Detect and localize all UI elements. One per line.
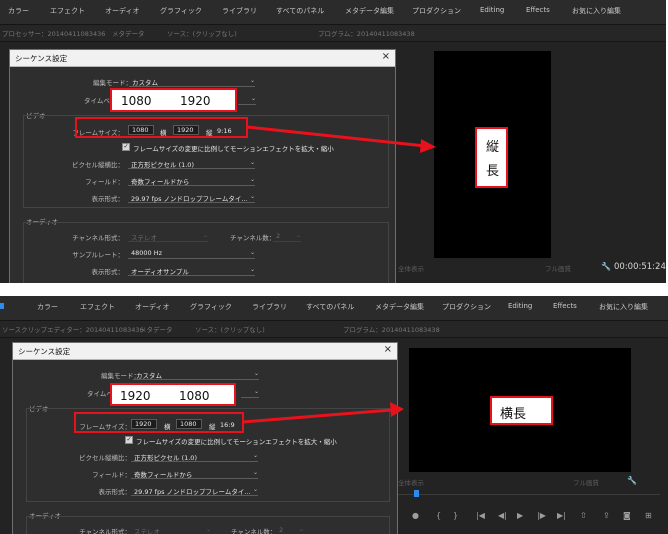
arrow-head <box>420 139 436 153</box>
caption-line-2: 長 <box>486 164 500 179</box>
arrow-line <box>242 408 393 424</box>
arrow-head <box>390 402 404 417</box>
bottom-premiere-window: カラー エフェクト オーディオ グラフィック ライブラリ すべてのパネル メタデ… <box>0 296 668 534</box>
caption-text: 横長 <box>500 407 527 422</box>
caption-portrait: 縦 長 <box>475 127 508 188</box>
caption-line-1: 縦 <box>486 140 500 155</box>
arrow-graphic <box>246 125 436 153</box>
top-premiere-window: カラー エフェクト オーディオ グラフィック ライブラリ すべてのパネル メタデ… <box>0 0 666 283</box>
arrow-line <box>246 125 426 148</box>
arrow-graphic <box>242 402 404 424</box>
caption-landscape: 横長 <box>490 396 553 425</box>
